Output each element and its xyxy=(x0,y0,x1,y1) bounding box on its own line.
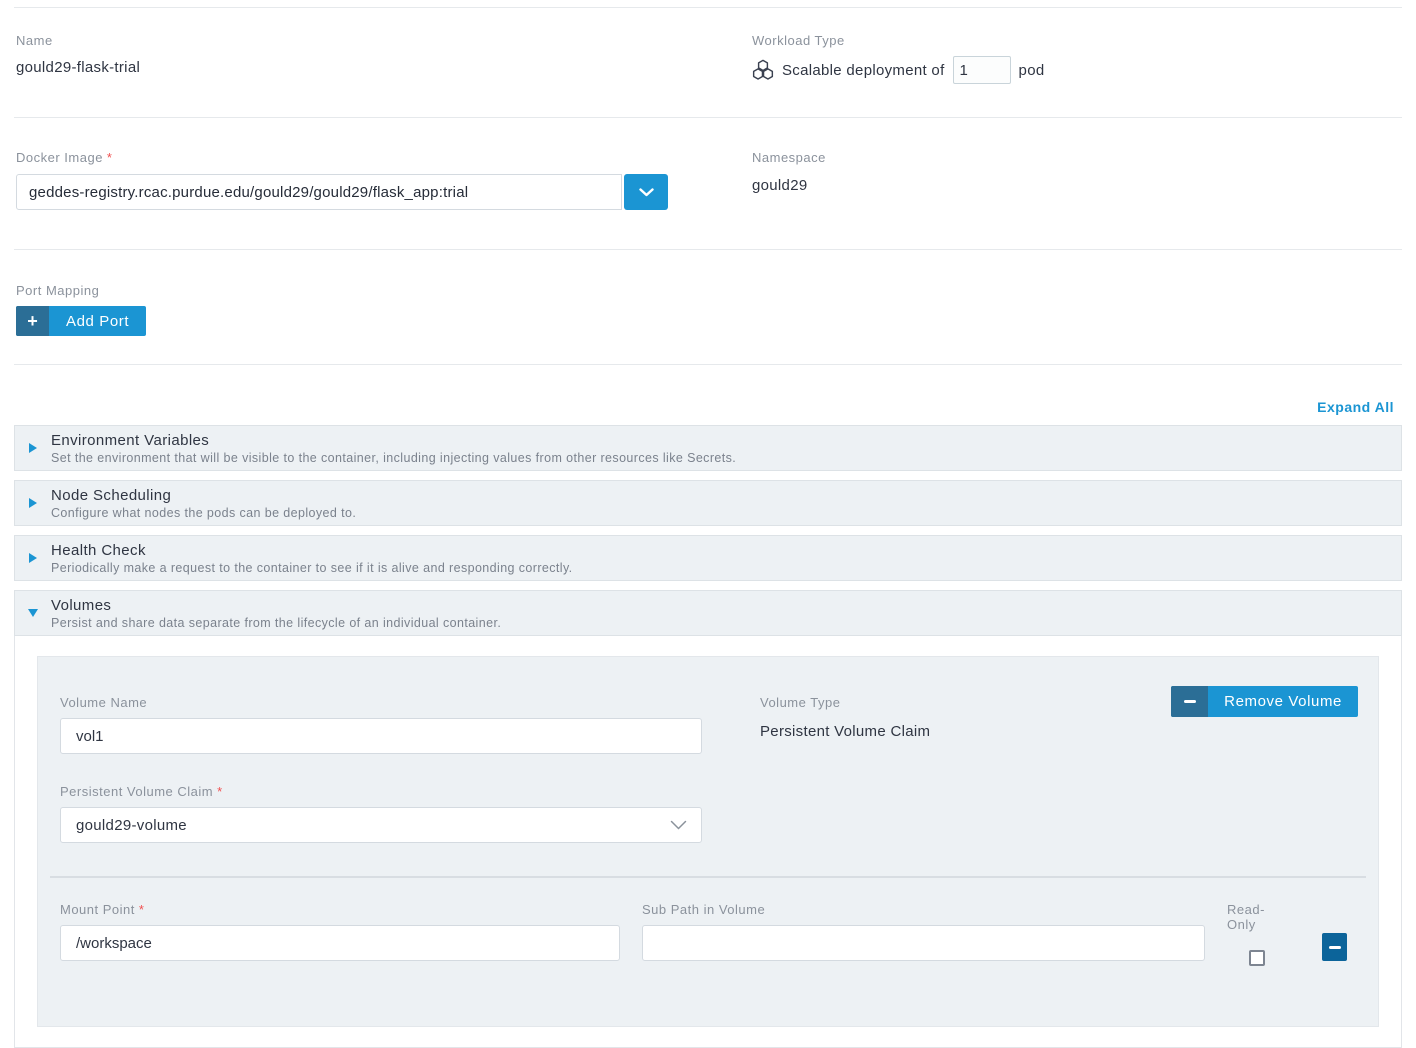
section-image-namespace: Docker Image* Namespace gould29 xyxy=(0,118,1416,249)
docker-image-group: Docker Image* xyxy=(16,118,752,249)
accordion-title: Volumes xyxy=(51,597,501,614)
workload-type-label: Workload Type xyxy=(752,33,1400,48)
expand-all-row: Expand All xyxy=(0,365,1416,417)
accordion-volumes[interactable]: Volumes Persist and share data separate … xyxy=(14,590,1402,636)
pvc-select[interactable]: gould29-volume xyxy=(60,807,702,843)
read-only-area: Read-Only xyxy=(1227,902,1356,966)
accordion-subtitle: Periodically make a request to the conta… xyxy=(51,561,573,575)
volume-type-value: Persistent Volume Claim xyxy=(760,723,1356,740)
section-port-mapping: Port Mapping + Add Port xyxy=(0,283,1416,364)
read-only-group: Read-Only xyxy=(1227,902,1286,966)
sub-path-label: Sub Path in Volume xyxy=(642,902,1205,917)
workload-suffix-text: pod xyxy=(1019,62,1045,79)
required-asterisk: * xyxy=(107,150,113,165)
add-port-button-label: Add Port xyxy=(49,306,146,336)
accordion-title: Health Check xyxy=(51,542,573,559)
accordion-node-scheduling[interactable]: Node Scheduling Configure what nodes the… xyxy=(14,480,1402,526)
mount-point-input[interactable] xyxy=(60,925,620,961)
plus-icon: + xyxy=(16,306,49,336)
accordion-subtitle: Set the environment that will be visible… xyxy=(51,451,736,465)
accordion-subtitle: Persist and share data separate from the… xyxy=(51,616,501,630)
docker-image-dropdown-button[interactable] xyxy=(624,174,668,210)
remove-mount-button[interactable] xyxy=(1322,933,1347,961)
volumes-panel: Remove Volume Volume Name Volume Type Pe… xyxy=(14,636,1402,1048)
namespace-group: Namespace gould29 xyxy=(752,118,1400,249)
read-only-checkbox[interactable] xyxy=(1249,950,1265,966)
scale-input[interactable] xyxy=(953,56,1011,84)
volume-name-group: Volume Name xyxy=(60,657,702,754)
sub-path-input[interactable] xyxy=(642,925,1205,961)
section-name-workload: Name gould29-flask-trial Workload Type S… xyxy=(0,8,1416,117)
remove-volume-button-label: Remove Volume xyxy=(1208,686,1358,717)
accordion-environment-variables[interactable]: Environment Variables Set the environmen… xyxy=(14,425,1402,471)
divider xyxy=(14,249,1402,250)
add-port-button[interactable]: + Add Port xyxy=(16,306,146,336)
expand-all-link[interactable]: Expand All xyxy=(1317,399,1394,415)
chevron-right-icon xyxy=(29,498,37,508)
docker-image-label: Docker Image* xyxy=(16,150,752,165)
accordion-title: Node Scheduling xyxy=(51,487,356,504)
workload-prefix-text: Scalable deployment of xyxy=(782,62,945,79)
required-asterisk: * xyxy=(217,784,223,799)
chevron-down-icon xyxy=(28,609,38,617)
minus-icon xyxy=(1329,946,1341,949)
remove-volume-button[interactable]: Remove Volume xyxy=(1171,686,1358,717)
chevron-right-icon xyxy=(29,553,37,563)
namespace-label: Namespace xyxy=(752,150,1400,165)
replicas-hexagons-icon xyxy=(752,59,774,81)
sub-path-group: Sub Path in Volume xyxy=(642,902,1205,966)
pvc-selected-value: gould29-volume xyxy=(76,817,187,834)
port-mapping-label: Port Mapping xyxy=(16,283,1400,298)
required-asterisk: * xyxy=(139,902,145,917)
volume-name-input[interactable] xyxy=(60,718,702,754)
accordion-subtitle: Configure what nodes the pods can be dep… xyxy=(51,506,356,520)
chevron-down-icon xyxy=(670,820,687,830)
docker-image-input[interactable] xyxy=(16,174,622,210)
pvc-label: Persistent Volume Claim* xyxy=(60,784,1356,799)
name-field-group: Name gould29-flask-trial xyxy=(16,8,752,117)
volume-name-label: Volume Name xyxy=(60,695,702,710)
chevron-right-icon xyxy=(29,443,37,453)
volume-card: Remove Volume Volume Name Volume Type Pe… xyxy=(37,656,1379,1027)
mount-point-group: Mount Point* xyxy=(60,902,620,966)
card-divider xyxy=(50,876,1366,878)
pvc-group: Persistent Volume Claim* gould29-volume xyxy=(60,784,1356,843)
minus-icon xyxy=(1171,686,1208,717)
accordion-title: Environment Variables xyxy=(51,432,736,449)
namespace-value: gould29 xyxy=(752,177,1400,194)
name-value: gould29-flask-trial xyxy=(16,59,752,76)
name-label: Name xyxy=(16,33,752,48)
workload-type-group: Workload Type Scalable deployment of pod xyxy=(752,8,1400,117)
mount-point-label: Mount Point* xyxy=(60,902,620,917)
read-only-label: Read-Only xyxy=(1227,902,1286,932)
chevron-down-icon xyxy=(639,188,654,197)
accordion-health-check[interactable]: Health Check Periodically make a request… xyxy=(14,535,1402,581)
accordion-list: Environment Variables Set the environmen… xyxy=(14,425,1402,636)
